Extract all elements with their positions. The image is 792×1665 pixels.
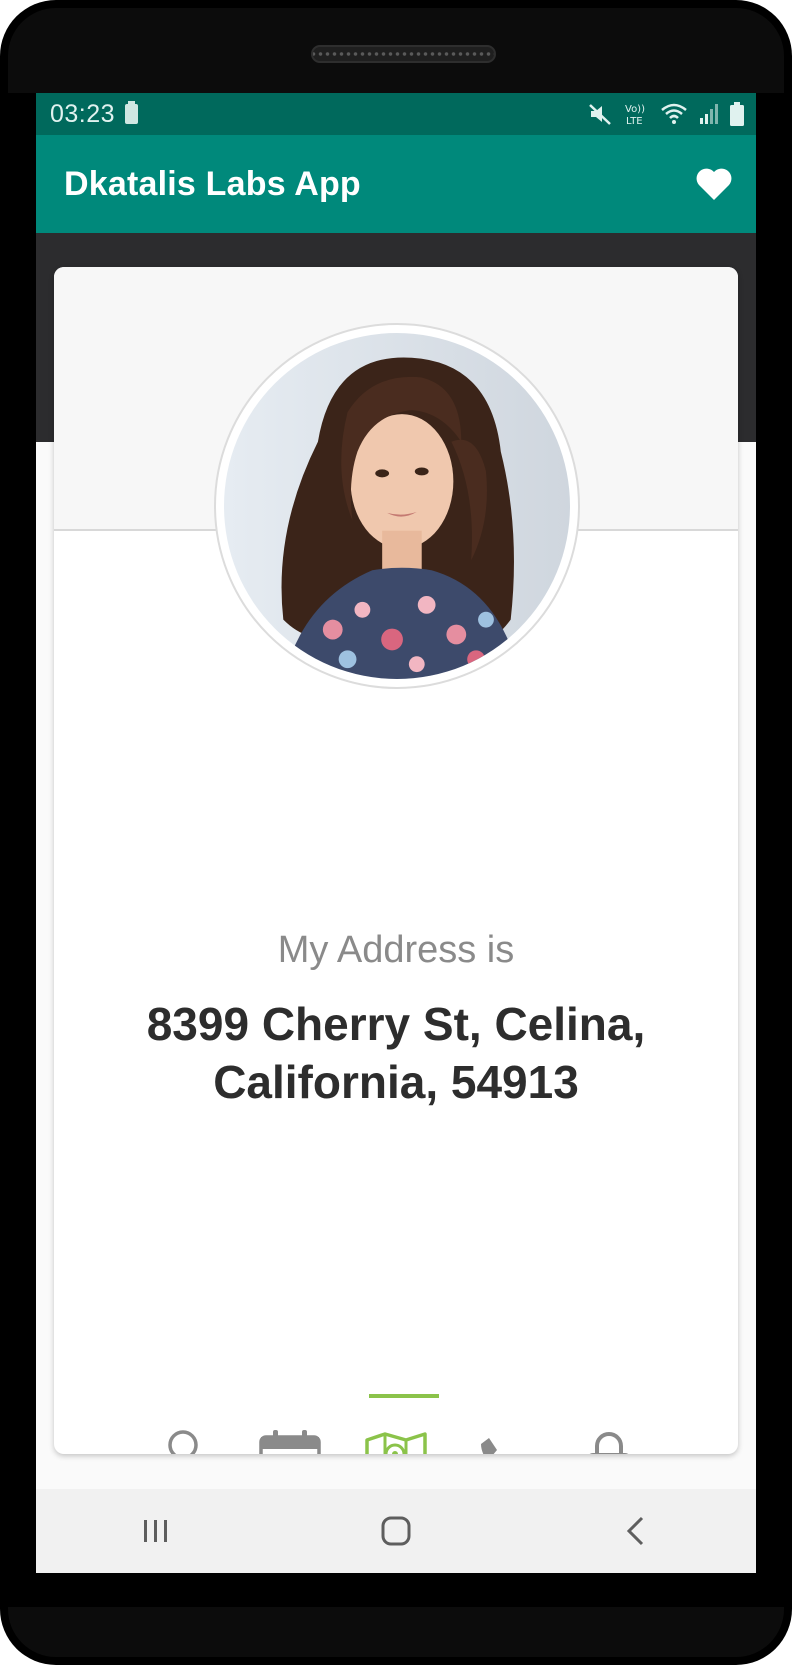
tab-phone[interactable] bbox=[468, 1425, 538, 1454]
status-time: 03:23 bbox=[50, 99, 116, 128]
tab-calendar[interactable] bbox=[255, 1425, 325, 1454]
battery-icon bbox=[730, 102, 744, 126]
status-bar: 03:23 Vo)) LTE bbox=[36, 93, 756, 135]
profile-photo bbox=[224, 333, 570, 679]
address-value: 8399 Cherry St, Celina, California, 5491… bbox=[146, 998, 646, 1108]
svg-text:LTE: LTE bbox=[626, 116, 643, 127]
battery-saver-icon bbox=[125, 101, 139, 124]
speaker-grille bbox=[311, 45, 496, 63]
top-bezel bbox=[8, 8, 784, 93]
profile-card: My Address is 8399 Cherry St, Celina, Ca… bbox=[54, 267, 738, 1454]
active-tab-indicator bbox=[369, 1394, 439, 1398]
volte-icon: Vo)) LTE bbox=[625, 104, 645, 127]
phone-icon bbox=[480, 1438, 497, 1454]
user-icon bbox=[168, 1430, 198, 1454]
lock-icon bbox=[589, 1432, 629, 1454]
recents-button[interactable] bbox=[111, 1496, 201, 1566]
tab-map[interactable] bbox=[361, 1425, 431, 1454]
app-title: Dkatalis Labs App bbox=[64, 164, 361, 203]
home-button[interactable] bbox=[351, 1496, 441, 1566]
signal-icon bbox=[700, 104, 718, 124]
wifi-icon bbox=[661, 103, 687, 124]
system-nav-bar bbox=[36, 1489, 756, 1573]
back-button[interactable] bbox=[591, 1496, 681, 1566]
heart-icon[interactable] bbox=[694, 166, 734, 202]
info-tabs bbox=[148, 1425, 644, 1454]
tab-lock[interactable] bbox=[574, 1425, 644, 1454]
screen: 03:23 Vo)) LTE Dkatalis Labs App My Addr… bbox=[36, 93, 756, 1573]
address-label: My Address is bbox=[277, 929, 515, 971]
back-icon bbox=[626, 1516, 644, 1546]
app-bar: Dkatalis Labs App bbox=[36, 135, 756, 233]
avatar bbox=[214, 323, 580, 689]
map-icon bbox=[365, 1432, 427, 1454]
mute-icon bbox=[589, 104, 611, 125]
recents-icon bbox=[144, 1520, 167, 1542]
bottom-bezel bbox=[8, 1607, 784, 1657]
phone-frame: 03:23 Vo)) LTE Dkatalis Labs App My Addr… bbox=[0, 0, 792, 1665]
calendar-icon bbox=[258, 1430, 321, 1454]
home-icon bbox=[381, 1516, 411, 1546]
svg-text:Vo)): Vo)) bbox=[625, 104, 645, 115]
tab-user[interactable] bbox=[148, 1425, 218, 1454]
